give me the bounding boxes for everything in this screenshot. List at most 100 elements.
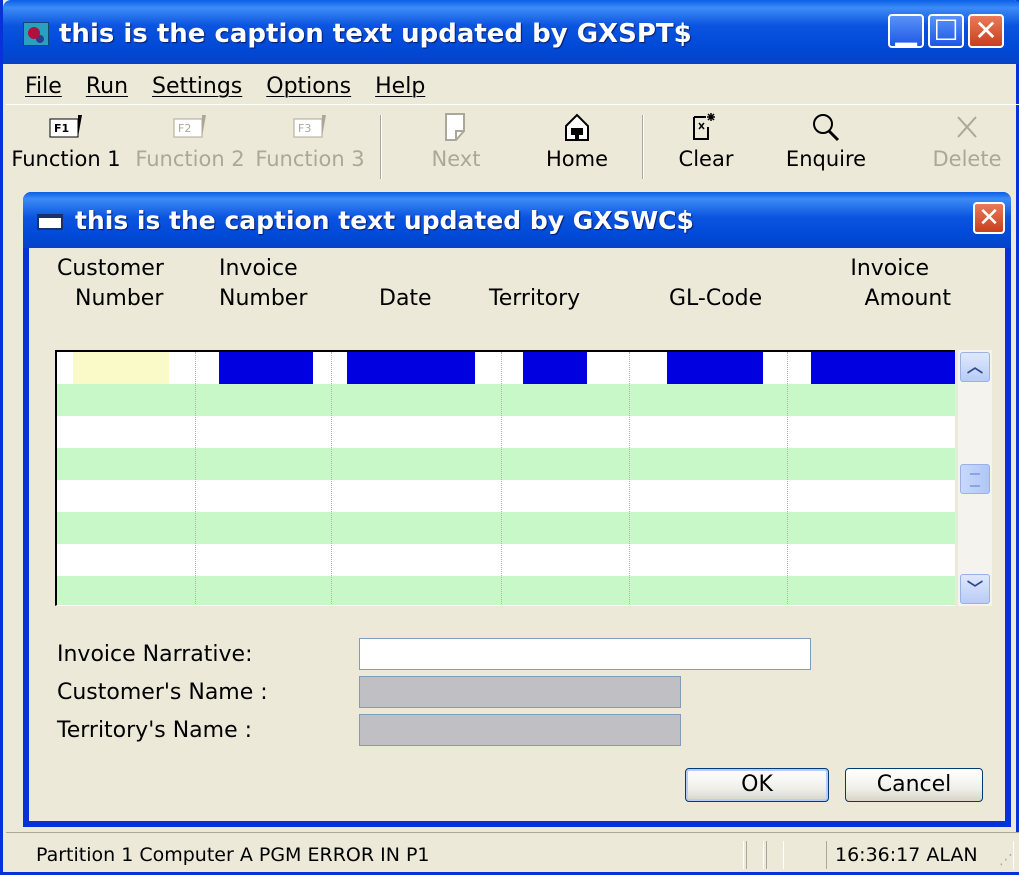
col-header-line: Amount [864,286,951,311]
main-window: this is the caption text updated by GXSP… [0,0,1019,875]
invoice-dialog: this is the caption text updated by GXSW… [23,192,1011,827]
toolbar-separator [380,115,382,179]
status-panel [746,841,764,869]
col-header-line: Number [75,286,164,311]
function1-button[interactable]: F1 Function 1 [6,109,126,183]
col-header-customer-number: Customer Number [57,254,164,314]
col-header-invoice-number: Invoice Number [219,254,307,314]
function2-label: Function 2 [135,147,245,171]
grid-row[interactable] [57,544,955,576]
window-icon [37,214,63,230]
col-header-invoice-amount: Invoice Amount [829,254,951,314]
function1-label: Function 1 [11,147,121,171]
col-header-line: Invoice [850,256,929,281]
grid-cell-customer-number[interactable] [73,352,169,384]
clear-label: Clear [678,147,734,171]
home-button[interactable]: Home [532,109,622,183]
dialog-title-bar[interactable]: this is the caption text updated by GXSW… [23,192,1011,248]
home-icon [532,111,622,143]
f2-key-icon: F2 [132,111,248,143]
minimize-icon: ▁ [895,14,917,47]
function3-button[interactable]: F3 Function 3 [252,109,368,183]
grid-cell-date[interactable] [347,352,475,384]
menu-run[interactable]: Run [86,74,128,99]
close-icon: ✕ [974,14,998,47]
main-window-title: this is the caption text updated by GXSP… [59,19,692,49]
chevron-down-icon: ﹀ [966,579,983,598]
resize-grip-icon[interactable]: ⋰ [999,852,1015,868]
app-icon[interactable] [23,22,49,46]
menu-options[interactable]: Options [266,74,351,99]
next-button[interactable]: Next [416,109,496,183]
delete-label: Delete [932,147,1002,171]
function3-label: Function 3 [255,147,365,171]
invoice-narrative-label: Invoice Narrative: [57,642,253,667]
grid-row[interactable] [57,352,955,384]
enquire-label: Enquire [785,147,867,171]
svg-text:F2: F2 [178,122,191,135]
clear-page-icon [666,111,746,143]
grid-row[interactable] [57,416,955,448]
col-header-line: Invoice [219,256,298,281]
grid-cell-invoice-amount[interactable] [811,352,955,384]
enquire-button[interactable]: Enquire [776,109,876,183]
grid-row[interactable] [57,448,955,480]
grid-row[interactable] [57,480,955,512]
cancel-button[interactable]: Cancel [845,768,983,802]
toolbar-separator [642,115,644,179]
customer-name-field [359,676,681,708]
menu-help[interactable]: Help [375,74,425,99]
grid-row[interactable] [57,576,955,605]
page-next-icon [416,111,496,143]
chevron-up-icon: ︿ [966,357,983,376]
function2-button[interactable]: F2 Function 2 [132,109,248,183]
delete-button[interactable]: Delete [922,109,1012,183]
maximize-icon: ☐ [933,14,959,47]
territory-name-field [359,714,681,746]
status-message: Partition 1 Computer A PGM ERROR IN P1 [24,841,744,869]
dialog-close-button[interactable]: ✕ [973,202,1005,234]
customer-name-label: Customer's Name : [57,680,268,705]
grid-column-divider [195,352,196,605]
grid-cell-gl-code[interactable] [667,352,763,384]
invoice-narrative-input[interactable] [359,638,811,670]
grid-vertical-scrollbar[interactable]: ︿ ﹀ [958,350,992,606]
menu-settings[interactable]: Settings [152,74,242,99]
grid-row[interactable] [57,384,955,416]
menu-bar: File Run Settings Options Help [11,68,1011,104]
scroll-down-button[interactable]: ﹀ [960,574,990,604]
home-label: Home [545,147,608,171]
svg-text:F3: F3 [298,122,311,135]
f3-key-icon: F3 [252,111,368,143]
grid-column-divider [501,352,502,605]
grid-column-divider [787,352,788,605]
main-title-bar[interactable]: this is the caption text updated by GXSP… [3,0,1019,64]
status-time-user: 16:36:17 ALAN [826,841,1014,869]
clear-button[interactable]: Clear [666,109,746,183]
scroll-up-button[interactable]: ︿ [960,352,990,382]
minimize-button[interactable]: ▁ [888,14,924,48]
scroll-thumb[interactable] [960,464,990,494]
toolbar: F1 Function 1 F2 Function 2 F3 Function … [6,104,1019,186]
col-header-gl-code: GL-Code [669,286,763,311]
maximize-button[interactable]: ☐ [928,14,964,48]
ok-button[interactable]: OK [685,768,829,802]
col-header-date: Date [379,286,432,311]
grid-cell-territory[interactable] [523,352,587,384]
status-panel [766,841,784,869]
col-header-territory: Territory [489,286,581,311]
territory-name-label: Territory's Name : [57,718,253,743]
grid-column-divider [629,352,630,605]
close-button[interactable]: ✕ [968,14,1004,48]
grid-row[interactable] [57,512,955,544]
invoice-grid[interactable] [55,350,955,606]
delete-icon [922,111,1012,143]
status-bar: Partition 1 Computer A PGM ERROR IN P1 1… [6,832,1019,872]
svg-text:F1: F1 [54,122,69,135]
close-icon: ✕ [978,203,1000,233]
search-icon [776,111,876,143]
dialog-title: this is the caption text updated by GXSW… [75,206,694,235]
menu-file[interactable]: File [25,74,62,99]
next-label: Next [431,147,481,171]
grid-cell-invoice-number[interactable] [219,352,313,384]
